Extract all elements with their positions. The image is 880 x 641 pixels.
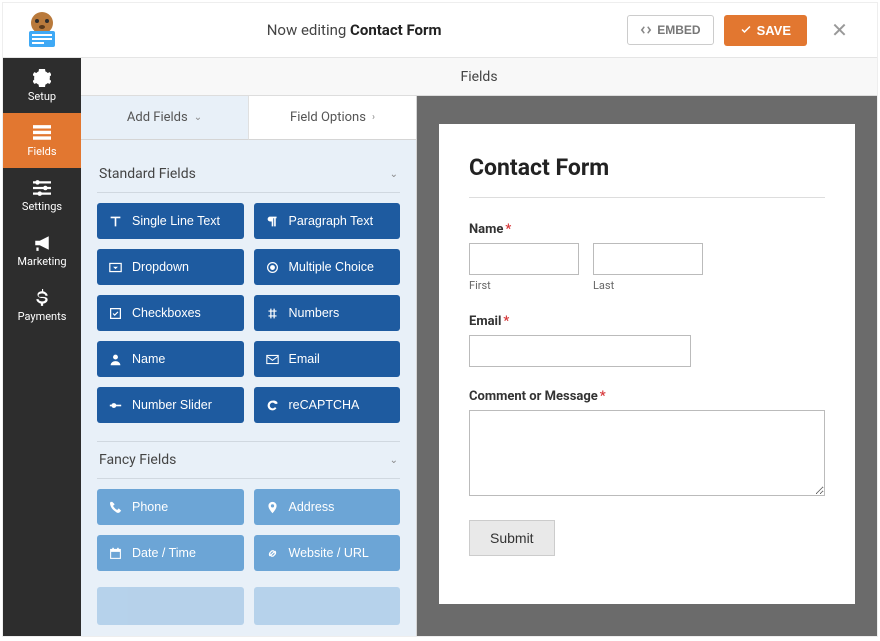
- wpforms-logo-icon: [19, 11, 65, 49]
- tab-add-fields[interactable]: Add Fields ⌄: [81, 96, 248, 140]
- field-panel: Add Fields ⌄ Field Options › Standard Fi…: [81, 96, 417, 636]
- input-first-name[interactable]: [469, 243, 579, 275]
- embed-button[interactable]: EMBED: [627, 15, 713, 45]
- field-website-url[interactable]: Website / URL: [254, 535, 401, 571]
- sidebar-item-fields[interactable]: Fields: [3, 113, 81, 168]
- sublabel-first: First: [469, 279, 579, 292]
- chevron-down-icon: ⌄: [390, 169, 398, 180]
- group-fancy-fields[interactable]: Fancy Fields ⌄: [97, 442, 400, 478]
- dollar-icon: [33, 289, 51, 307]
- chevron-down-icon: ⌄: [194, 112, 202, 123]
- link-icon: [266, 547, 279, 560]
- input-email[interactable]: [469, 335, 691, 367]
- field-number-slider[interactable]: Number Slider: [97, 387, 244, 423]
- form-preview: Contact Form Name* First: [417, 96, 877, 636]
- top-bar: Now editing Contact Form EMBED SAVE ✕: [3, 3, 877, 58]
- save-button[interactable]: SAVE: [724, 15, 807, 46]
- field-placeholder[interactable]: [97, 587, 244, 625]
- sliders-icon: [33, 179, 51, 197]
- field-single-line-text[interactable]: Single Line Text: [97, 203, 244, 239]
- field-checkboxes[interactable]: Checkboxes: [97, 295, 244, 331]
- field-address[interactable]: Address: [254, 489, 401, 525]
- label-name: Name*: [469, 222, 825, 237]
- google-icon: [266, 399, 279, 412]
- field-phone[interactable]: Phone: [97, 489, 244, 525]
- field-email[interactable]: Email: [254, 341, 401, 377]
- code-icon: [640, 24, 652, 36]
- sublabel-last: Last: [593, 279, 703, 292]
- field-date-time[interactable]: Date / Time: [97, 535, 244, 571]
- bullhorn-icon: [33, 234, 51, 252]
- input-last-name[interactable]: [593, 243, 703, 275]
- check-icon: [740, 24, 752, 36]
- field-recaptcha[interactable]: reCAPTCHA: [254, 387, 401, 423]
- sidebar-item-payments[interactable]: Payments: [3, 278, 81, 333]
- phone-icon: [109, 501, 122, 514]
- divider: [97, 478, 400, 479]
- paragraph-icon: [266, 215, 279, 228]
- divider: [469, 197, 825, 198]
- field-dropdown[interactable]: Dropdown: [97, 249, 244, 285]
- form-card: Contact Form Name* First: [439, 124, 855, 604]
- hash-icon: [266, 307, 279, 320]
- radio-icon: [266, 261, 279, 274]
- label-comment: Comment or Message*: [469, 389, 825, 404]
- sidebar: Setup Fields Settings Marketing Payments: [3, 58, 81, 636]
- chevron-down-icon: ⌄: [390, 455, 398, 466]
- dropdown-icon: [109, 261, 122, 274]
- editing-prefix: Now editing: [267, 21, 350, 39]
- field-placeholder[interactable]: [254, 587, 401, 625]
- page-title: Now editing Contact Form: [81, 21, 627, 39]
- close-button[interactable]: ✕: [817, 18, 862, 42]
- divider: [97, 192, 400, 193]
- field-name[interactable]: Name: [97, 341, 244, 377]
- form-name: Contact Form: [350, 21, 441, 39]
- list-icon: [33, 124, 51, 142]
- submit-button[interactable]: Submit: [469, 520, 555, 556]
- app-logo: [3, 11, 81, 49]
- sidebar-item-settings[interactable]: Settings: [3, 168, 81, 223]
- checkbox-icon: [109, 307, 122, 320]
- input-comment[interactable]: [469, 410, 825, 496]
- field-paragraph-text[interactable]: Paragraph Text: [254, 203, 401, 239]
- sidebar-item-setup[interactable]: Setup: [3, 58, 81, 113]
- user-icon: [109, 353, 122, 366]
- slider-icon: [109, 399, 122, 412]
- chevron-right-icon: ›: [372, 112, 375, 123]
- field-multiple-choice[interactable]: Multiple Choice: [254, 249, 401, 285]
- gear-icon: [33, 69, 51, 87]
- sidebar-item-marketing[interactable]: Marketing: [3, 223, 81, 278]
- text-icon: [109, 215, 122, 228]
- group-standard-fields[interactable]: Standard Fields ⌄: [97, 156, 400, 192]
- tab-field-options[interactable]: Field Options ›: [248, 96, 416, 140]
- envelope-icon: [266, 353, 279, 366]
- label-email: Email*: [469, 314, 825, 329]
- form-title: Contact Form: [469, 154, 825, 181]
- section-header: Fields: [81, 58, 877, 96]
- field-numbers[interactable]: Numbers: [254, 295, 401, 331]
- calendar-icon: [109, 547, 122, 560]
- pin-icon: [266, 501, 279, 514]
